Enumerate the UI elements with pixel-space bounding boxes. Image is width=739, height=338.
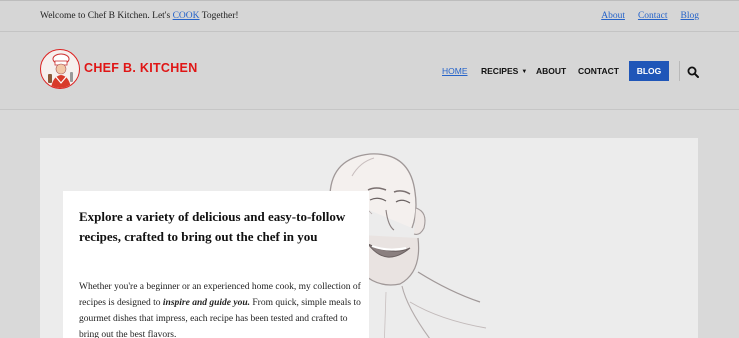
hero-body-emphasis: inspire and guide you. bbox=[162, 298, 251, 308]
hero-body: Whether you're a beginner or an experien… bbox=[79, 279, 361, 338]
welcome-suffix: Together! bbox=[201, 11, 239, 21]
welcome-message: Welcome to Chef B Kitchen. Let's COOK To… bbox=[40, 11, 239, 21]
top-link-blog[interactable]: Blog bbox=[681, 11, 699, 21]
nav-divider bbox=[679, 61, 680, 81]
chef-logo-icon[interactable] bbox=[40, 49, 80, 89]
nav-recipes-label: RECIPES bbox=[481, 66, 519, 76]
nav-recipes[interactable]: RECIPES ▼ bbox=[481, 66, 527, 76]
nav-home[interactable]: HOME bbox=[442, 66, 468, 76]
top-link-contact[interactable]: Contact bbox=[638, 11, 668, 21]
hero-card: Explore a variety of delicious and easy-… bbox=[63, 191, 369, 338]
top-links: About Contact Blog bbox=[601, 11, 699, 21]
blog-button[interactable]: BLOG bbox=[629, 61, 669, 81]
hero-heading: Explore a variety of delicious and easy-… bbox=[79, 209, 346, 244]
cook-link[interactable]: COOK bbox=[173, 11, 200, 21]
top-bar: Welcome to Chef B Kitchen. Let's COOK To… bbox=[0, 0, 739, 32]
search-icon[interactable] bbox=[687, 65, 699, 78]
top-link-about[interactable]: About bbox=[601, 11, 625, 21]
site-header: CHEF B. KITCHEN HOME RECIPES ▼ ABOUT CONT… bbox=[0, 32, 739, 110]
nav-about[interactable]: ABOUT bbox=[536, 66, 566, 76]
caret-down-icon: ▼ bbox=[521, 69, 528, 75]
brand-name[interactable]: CHEF B. KITCHEN bbox=[84, 61, 198, 75]
welcome-prefix: Welcome to Chef B Kitchen. Let's bbox=[40, 11, 171, 21]
nav-contact[interactable]: CONTACT bbox=[578, 66, 619, 76]
